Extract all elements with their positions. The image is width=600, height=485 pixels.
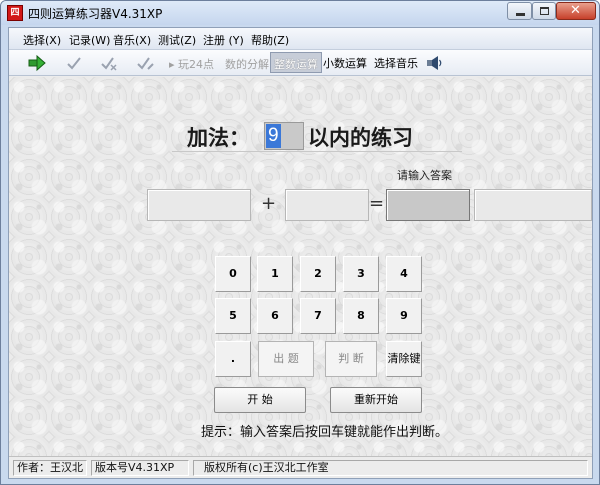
hint-text: 提示：输入答案后按回车键就能作出判断。: [201, 425, 449, 440]
exercise-panel: 加法： 9 以内的练习 请输入答案 + = 0 1 2 3 4 5 6 7 8 …: [9, 77, 592, 456]
choose-music-button[interactable]: 选择音乐: [371, 52, 421, 73]
key-3[interactable]: 3: [343, 256, 379, 292]
app-window: 四 四则运算练习器V4.31XP ✕ 选择(X) 记录(W) 音乐(X) 测试(…: [0, 0, 600, 485]
plus-sign: +: [261, 193, 277, 214]
status-author: 作者：王汉北: [13, 460, 87, 476]
clear-button[interactable]: 清除键: [386, 341, 422, 377]
decimal-operation-button[interactable]: 小数运算: [320, 52, 370, 73]
menu-select[interactable]: 选择(X): [23, 32, 61, 48]
key-6[interactable]: 6: [257, 298, 293, 334]
menu-register[interactable]: 注册 (Y): [203, 32, 244, 48]
app-icon: 四: [7, 5, 23, 21]
question-button[interactable]: 出 题: [258, 341, 314, 377]
status-copyright: 版权所有(c)王汉北工作室: [193, 460, 588, 476]
minimize-button[interactable]: [507, 2, 532, 20]
maximize-button[interactable]: [532, 2, 556, 20]
menu-record[interactable]: 记录(W): [69, 32, 110, 48]
maximize-icon: [540, 7, 549, 15]
exercise-suffix-label: 以内的练习: [308, 125, 413, 150]
check-pen-icon[interactable]: [135, 53, 155, 73]
result-field[interactable]: [474, 189, 592, 221]
status-bar: 作者：王汉北 版本号V4.31XP 版权所有(c)王汉北工作室: [9, 456, 592, 478]
answer-field[interactable]: [386, 189, 470, 221]
menu-help[interactable]: 帮助(Z): [251, 32, 289, 48]
key-0[interactable]: 0: [215, 256, 251, 292]
close-button[interactable]: ✕: [556, 2, 596, 20]
equals-sign: =: [369, 193, 385, 214]
status-version: 版本号V4.31XP: [91, 460, 189, 476]
menu-bar: 选择(X) 记录(W) 音乐(X) 测试(Z) 注册 (Y) 帮助(Z): [9, 28, 592, 50]
key-9[interactable]: 9: [386, 298, 422, 334]
client-area: 选择(X) 记录(W) 音乐(X) 测试(Z) 注册 (Y) 帮助(Z) ▸ 玩…: [8, 27, 593, 479]
check-cross-icon[interactable]: [99, 53, 119, 73]
key-7[interactable]: 7: [300, 298, 336, 334]
play-24-points-button[interactable]: ▸ 玩24点: [169, 56, 214, 72]
key-1[interactable]: 1: [257, 256, 293, 292]
menu-test[interactable]: 测试(Z): [158, 32, 196, 48]
close-icon: ✕: [570, 3, 581, 18]
key-dot[interactable]: .: [215, 341, 251, 377]
operand-1-field[interactable]: [147, 189, 251, 221]
restart-button[interactable]: 重新开始: [330, 387, 422, 413]
start-button[interactable]: 开 始: [214, 387, 306, 413]
minimize-icon: [516, 13, 525, 16]
window-title: 四则运算练习器V4.31XP: [28, 7, 163, 21]
range-value: 9: [266, 124, 281, 148]
integer-operation-button[interactable]: 整数运算: [270, 52, 322, 73]
key-5[interactable]: 5: [215, 298, 251, 334]
play-24-label: 玩24点: [178, 58, 215, 71]
toolbar: ▸ 玩24点 数的分解 整数运算 小数运算 选择音乐: [9, 50, 592, 76]
title-bar[interactable]: 四 四则运算练习器V4.31XP ✕: [1, 1, 599, 25]
key-4[interactable]: 4: [386, 256, 422, 292]
answer-prompt-label: 请输入答案: [397, 169, 452, 182]
heading-divider: [172, 151, 462, 152]
key-2[interactable]: 2: [300, 256, 336, 292]
number-decompose-button[interactable]: 数的分解: [225, 56, 269, 72]
judge-button[interactable]: 判 断: [325, 341, 377, 377]
range-input[interactable]: 9: [264, 122, 304, 150]
operand-2-field[interactable]: [285, 189, 369, 221]
green-arrow-icon[interactable]: [27, 53, 47, 73]
menu-music[interactable]: 音乐(X): [113, 32, 151, 48]
speaker-icon[interactable]: [424, 53, 444, 73]
key-8[interactable]: 8: [343, 298, 379, 334]
check-icon[interactable]: [64, 53, 84, 73]
operation-label: 加法：: [187, 125, 250, 150]
